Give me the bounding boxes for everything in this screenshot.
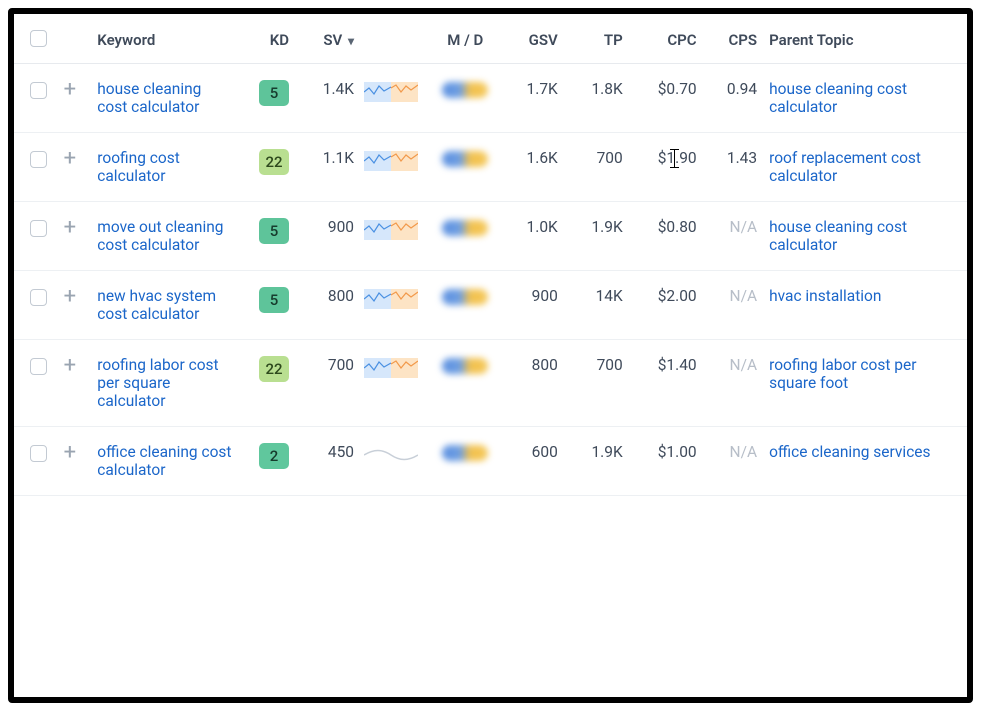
- cpc-value: $1.40: [629, 340, 703, 427]
- parent-topic-link[interactable]: roof replacement cost calculator: [769, 149, 921, 185]
- md-blur: [432, 202, 499, 271]
- tp-value: 700: [564, 133, 629, 202]
- parent-topic-link[interactable]: house cleaning cost calculator: [769, 80, 907, 116]
- header-cps[interactable]: CPS: [703, 14, 763, 64]
- tp-value: 1.9K: [564, 427, 629, 496]
- header-select-all[interactable]: [14, 14, 58, 64]
- tp-value: 14K: [564, 271, 629, 340]
- trend-sparkline: [360, 427, 432, 496]
- kd-badge: 5: [259, 218, 289, 244]
- keyword-link[interactable]: move out cleaning cost calculator: [97, 218, 223, 254]
- header-cpc[interactable]: CPC: [629, 14, 703, 64]
- trend-sparkline: [360, 340, 432, 427]
- tp-value: 1.9K: [564, 202, 629, 271]
- trend-sparkline: [360, 202, 432, 271]
- cpc-value: $1.90: [629, 133, 703, 202]
- header-kd[interactable]: KD: [239, 14, 295, 64]
- keyword-link[interactable]: office cleaning cost calculator: [97, 443, 231, 479]
- sv-value: 450: [295, 427, 360, 496]
- gsv-value: 1.0K: [499, 202, 564, 271]
- checkbox-icon[interactable]: [30, 30, 47, 47]
- md-blur: [432, 133, 499, 202]
- sv-value: 900: [295, 202, 360, 271]
- kd-badge: 5: [259, 80, 289, 106]
- keyword-table: Keyword KD SV ▾ M / D GSV TP CPC CPS Par…: [14, 14, 967, 496]
- md-blur: [432, 271, 499, 340]
- sv-value: 800: [295, 271, 360, 340]
- table-row: + office cleaning cost calculator 2450 6001…: [14, 427, 967, 496]
- cpc-value: $0.70: [629, 64, 703, 133]
- expand-icon[interactable]: +: [64, 80, 76, 100]
- row-checkbox[interactable]: [30, 445, 47, 462]
- header-sv-label: SV: [323, 31, 342, 49]
- gsv-value: 800: [499, 340, 564, 427]
- md-blur: [432, 64, 499, 133]
- table-row: + roofing labor cost per square calculato…: [14, 340, 967, 427]
- expand-icon[interactable]: +: [64, 218, 76, 238]
- table-row: + roofing cost calculator 221.1K 1.6K700$1.…: [14, 133, 967, 202]
- sort-desc-icon: ▾: [348, 34, 354, 48]
- trend-sparkline: [360, 271, 432, 340]
- header-keyword[interactable]: Keyword: [91, 14, 239, 64]
- parent-topic-link[interactable]: office cleaning services: [769, 443, 930, 461]
- gsv-value: 1.7K: [499, 64, 564, 133]
- tp-value: 700: [564, 340, 629, 427]
- keyword-link[interactable]: roofing labor cost per square calculator: [97, 356, 218, 410]
- cps-value: 1.43: [703, 133, 763, 202]
- header-parent-topic[interactable]: Parent Topic: [763, 14, 967, 64]
- kd-badge: 22: [259, 149, 289, 175]
- header-tp[interactable]: TP: [564, 14, 629, 64]
- keyword-table-frame: Keyword KD SV ▾ M / D GSV TP CPC CPS Par…: [8, 8, 973, 703]
- expand-icon[interactable]: +: [64, 149, 76, 169]
- sv-value: 1.1K: [295, 133, 360, 202]
- header-gsv[interactable]: GSV: [499, 14, 564, 64]
- tp-value: 1.8K: [564, 64, 629, 133]
- gsv-value: 600: [499, 427, 564, 496]
- row-checkbox[interactable]: [30, 358, 47, 375]
- trend-sparkline: [360, 64, 432, 133]
- sv-value: 700: [295, 340, 360, 427]
- cps-value: N/A: [703, 271, 763, 340]
- cps-value: N/A: [703, 340, 763, 427]
- md-blur: [432, 427, 499, 496]
- cps-value: N/A: [703, 427, 763, 496]
- kd-badge: 5: [259, 287, 289, 313]
- table-row: + move out cleaning cost calculator 5900 1.…: [14, 202, 967, 271]
- table-row: + house cleaning cost calculator 51.4K 1.7K…: [14, 64, 967, 133]
- row-checkbox[interactable]: [30, 289, 47, 306]
- kd-badge: 2: [259, 443, 289, 469]
- kd-badge: 22: [259, 356, 289, 382]
- cps-value: 0.94: [703, 64, 763, 133]
- md-blur: [432, 340, 499, 427]
- cpc-value: $0.80: [629, 202, 703, 271]
- row-checkbox[interactable]: [30, 82, 47, 99]
- trend-sparkline: [360, 133, 432, 202]
- header-sv[interactable]: SV ▾: [295, 14, 360, 64]
- parent-topic-link[interactable]: roofing labor cost per square foot: [769, 356, 916, 392]
- row-checkbox[interactable]: [30, 220, 47, 237]
- row-checkbox[interactable]: [30, 151, 47, 168]
- keyword-link[interactable]: roofing cost calculator: [97, 149, 180, 185]
- parent-topic-link[interactable]: hvac installation: [769, 287, 881, 305]
- expand-icon[interactable]: +: [64, 287, 76, 307]
- table-row: + new hvac system cost calculator 5800 9001…: [14, 271, 967, 340]
- cpc-value: $2.00: [629, 271, 703, 340]
- table-header-row: Keyword KD SV ▾ M / D GSV TP CPC CPS Par…: [14, 14, 967, 64]
- gsv-value: 900: [499, 271, 564, 340]
- cps-value: N/A: [703, 202, 763, 271]
- header-md[interactable]: M / D: [432, 14, 499, 64]
- expand-icon[interactable]: +: [64, 443, 76, 463]
- sv-value: 1.4K: [295, 64, 360, 133]
- expand-icon[interactable]: +: [64, 356, 76, 376]
- keyword-link[interactable]: new hvac system cost calculator: [97, 287, 216, 323]
- cpc-value: $1.00: [629, 427, 703, 496]
- gsv-value: 1.6K: [499, 133, 564, 202]
- parent-topic-link[interactable]: house cleaning cost calculator: [769, 218, 907, 254]
- keyword-link[interactable]: house cleaning cost calculator: [97, 80, 201, 116]
